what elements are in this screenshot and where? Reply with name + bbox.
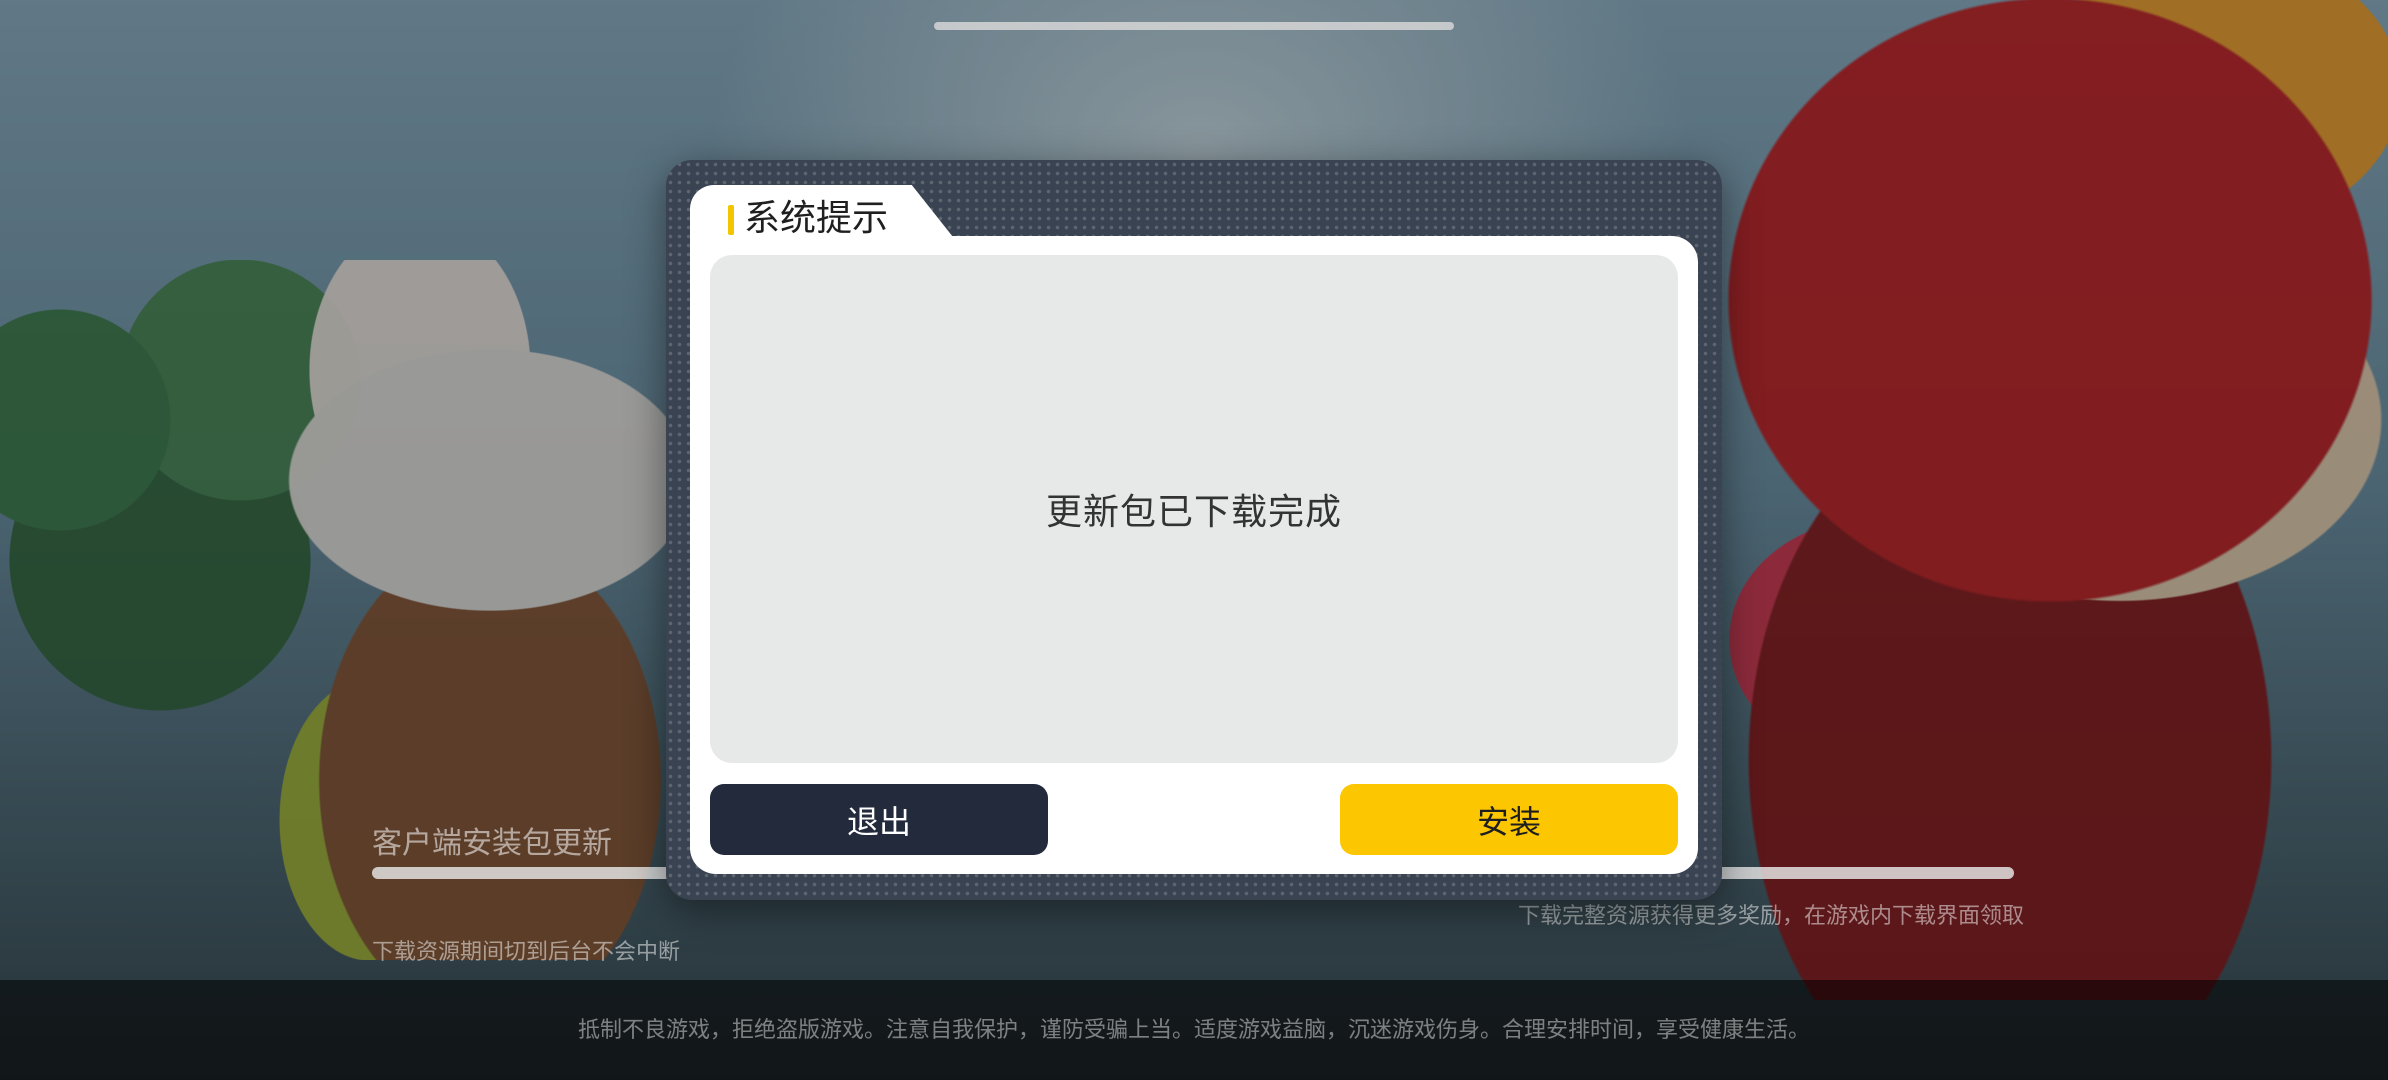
dialog-title: 系统提示 (744, 198, 889, 239)
install-button-label: 安装 (1476, 802, 1541, 841)
exit-button-label: 退出 (846, 802, 911, 841)
dialog-message: 更新包已下载完成 (1045, 492, 1342, 533)
background-download-hint: 下载资源期间切到后台不会中断 (372, 940, 681, 965)
dialog-message-box: 更新包已下载完成 (710, 255, 1678, 763)
game-screen: 客户端安装包更新 下载资源期间切到后台不会中断 下载完整资源获得更多奖励，在游戏… (0, 0, 2388, 1080)
exit-button[interactable]: 退出 (710, 784, 1048, 855)
title-accent-bar (728, 205, 734, 235)
health-notice-text: 抵制不良游戏，拒绝盗版游戏。注意自我保护，谨防受骗上当。适度游戏益脑，沉迷游戏伤… (577, 1018, 1810, 1043)
health-notice-bar: 抵制不良游戏，拒绝盗版游戏。注意自我保护，谨防受骗上当。适度游戏益脑，沉迷游戏伤… (0, 980, 2388, 1080)
install-button[interactable]: 安装 (1340, 784, 1678, 855)
reward-download-hint: 下载完整资源获得更多奖励，在游戏内下载界面领取 (1517, 904, 2024, 929)
update-status-label: 客户端安装包更新 (372, 826, 612, 861)
home-indicator[interactable] (934, 22, 1454, 30)
